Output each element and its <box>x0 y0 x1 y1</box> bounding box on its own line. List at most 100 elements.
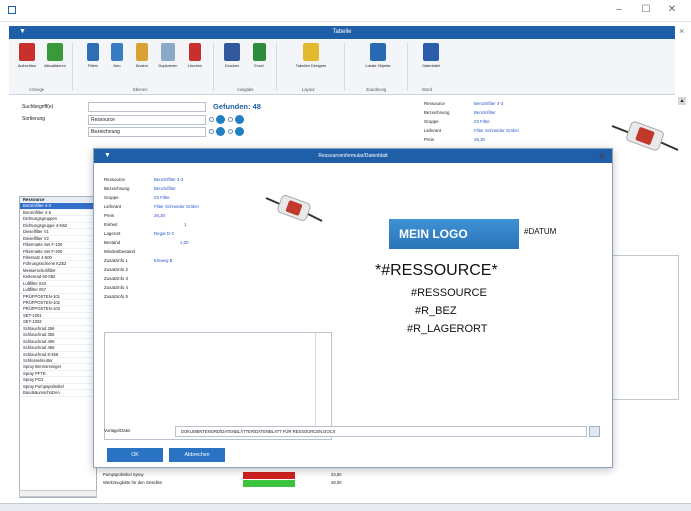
fuel-filter-image <box>265 195 323 222</box>
field-value: 1 <box>184 222 187 227</box>
group-label-anzeige: Anzeige <box>29 87 45 92</box>
status-bar <box>0 503 691 511</box>
sort-select-2[interactable]: Bezeichnung <box>88 127 206 137</box>
table-cell-name: Pumpspülmittel Spray <box>103 472 144 477</box>
right-lower-panel <box>609 255 679 400</box>
close-icon[interactable]: ✕ <box>597 151 607 161</box>
table-cell-name: Werkzeugkiste für den Gesellen <box>103 480 163 485</box>
group-label-word: Word <box>422 87 432 92</box>
app-icon <box>8 6 16 14</box>
notes-scrollbar[interactable] <box>315 332 332 440</box>
edit-button[interactable]: Ändern <box>129 43 155 87</box>
sort-up-icon[interactable] <box>216 115 225 124</box>
template-file-row: Vorlage/Datei DOKUMENTENORD\DATENBLÄTTER… <box>100 426 606 440</box>
field-value: 1,00 <box>180 240 189 245</box>
notes-textarea[interactable] <box>104 332 332 440</box>
detail-value-ressource: Benzinfilter 4-3 <box>474 101 504 106</box>
ribbon-title: Tabelle <box>332 29 352 35</box>
detail-label-preis: Preis <box>424 137 435 142</box>
found-count: Gefunden: 48 <box>213 102 261 111</box>
detail-label-gruppe: Gruppe <box>424 119 439 124</box>
table-row[interactable]: Pumpspülmittel Spray 33,60 <box>103 472 423 480</box>
sort-select-1[interactable]: Ressource <box>88 115 206 125</box>
list-horizontal-scrollbar[interactable] <box>19 490 97 497</box>
field-label: Zusatzinfo 2 <box>104 267 128 272</box>
excel-icon <box>252 43 266 61</box>
new-pencil-icon <box>111 43 123 61</box>
excel-button[interactable]: Excel <box>246 43 272 87</box>
minimize-button[interactable]: – <box>612 4 626 16</box>
duplicate-icon <box>161 43 175 61</box>
sort-down-icon[interactable] <box>235 115 244 124</box>
refresh-button[interactable]: Aktualisieren <box>42 43 68 87</box>
ribbon-header: ▼ Tabelle <box>9 26 675 39</box>
field-value: Filter Schneider GmbH <box>154 204 199 209</box>
delete-icon <box>189 43 201 61</box>
ribbon-close-icon[interactable]: × <box>679 26 684 36</box>
table-cell-value: 48,00 <box>331 480 342 485</box>
table-designer-button[interactable]: Tabellen Designer <box>283 43 339 87</box>
ribbon-separator <box>276 43 277 91</box>
preview-ressource-barcode: *#RESSOURCE* <box>375 262 498 279</box>
field-label: Ressource <box>104 177 125 182</box>
funnel-icon <box>87 43 99 61</box>
search-input[interactable] <box>88 102 206 112</box>
field-label: Lagerort <box>104 231 121 236</box>
duplicate-button[interactable]: Duplizieren <box>155 43 181 87</box>
printer-icon <box>224 43 240 61</box>
ribbon-separator <box>72 43 73 91</box>
local-objects-button[interactable]: Lokale Objekte <box>356 43 400 87</box>
dialog-title: Ressourcenformular/Datenblatt <box>318 153 388 159</box>
logo-placeholder: MEIN LOGO <box>389 219 519 249</box>
ribbon-separator <box>213 43 214 91</box>
bottom-table: Pumpspülmittel Spray 33,60 Werkzeugkiste… <box>103 470 423 490</box>
list-item[interactable]: Bandsäumschützen <box>20 390 96 397</box>
field-label: Mindestbestand <box>104 249 135 254</box>
template-file-input[interactable]: DOKUMENTENORD\DATENBLÄTTER\DATENBLATT FÜ… <box>175 426 587 437</box>
field-value: 03 Filter <box>154 195 170 200</box>
ribbon-separator <box>407 43 408 91</box>
status-bar-green <box>243 480 295 487</box>
group-label-ausgabe: Ausgabe <box>237 87 254 92</box>
new-button[interactable]: Neu <box>104 43 130 87</box>
browse-folder-icon[interactable] <box>589 426 600 437</box>
detail-value-preis: 26,30 <box>474 137 485 142</box>
preview-bezeichnung: #R_BEZ <box>415 305 457 317</box>
ok-button[interactable]: OK <box>107 448 163 462</box>
dialog-titlebar: ▼ Ressourcenformular/Datenblatt <box>94 149 612 163</box>
close-window-button[interactable]: ✕ <box>665 4 679 16</box>
field-value: 26,30 <box>154 213 165 218</box>
detail-label-bezeichnung: Bezeichnung <box>424 110 450 115</box>
group-label-zuordnung: Zuordnung <box>366 87 387 92</box>
maximize-button[interactable]: ☐ <box>639 4 653 16</box>
field-value: Regal D-3 <box>154 231 174 236</box>
aufrechten-button[interactable]: Aufrechten <box>14 43 40 87</box>
field-label: Preis <box>104 213 115 218</box>
cancel-button[interactable]: Abbrechen <box>169 448 225 462</box>
resource-list[interactable]: Ressource Benzinfilter 4-3 Benzinfilter … <box>19 196 97 498</box>
radio-desc[interactable] <box>228 117 233 122</box>
ribbon-separator <box>344 43 345 91</box>
radio-desc-2[interactable] <box>228 129 233 134</box>
field-value: Benzinfilter <box>154 186 176 191</box>
detail-value-bezeichnung: Benzinfilter <box>474 110 496 115</box>
delete-button[interactable]: Löschen <box>182 43 208 87</box>
sort-down-icon-2[interactable] <box>235 127 244 136</box>
field-label: Gruppe <box>104 195 119 200</box>
radio-asc-2[interactable] <box>209 129 214 134</box>
field-label: Bezeichnung <box>104 186 130 191</box>
radio-asc[interactable] <box>209 117 214 122</box>
detail-value-gruppe: 03 Filter <box>474 119 490 124</box>
field-label: Zusatzinfo 5 <box>104 294 128 299</box>
field-label: Zusatzinfo 4 <box>104 285 128 290</box>
refresh-icon <box>47 43 63 61</box>
preview-ressource: #RESSOURCE <box>411 287 487 299</box>
print-button[interactable]: Drucken <box>219 43 245 87</box>
scroll-up-icon[interactable]: ▲ <box>678 97 686 105</box>
ribbon-toolbar: Aufrechten Aktualisieren Filtern Neu Änd… <box>9 39 675 95</box>
filter-button[interactable]: Filtern <box>80 43 106 87</box>
datasheet-button[interactable]: Datenblatt <box>414 43 448 87</box>
field-label: Bestand <box>104 240 121 245</box>
table-row[interactable]: Werkzeugkiste für den Gesellen 48,00 <box>103 480 423 488</box>
sort-up-icon-2[interactable] <box>216 127 225 136</box>
